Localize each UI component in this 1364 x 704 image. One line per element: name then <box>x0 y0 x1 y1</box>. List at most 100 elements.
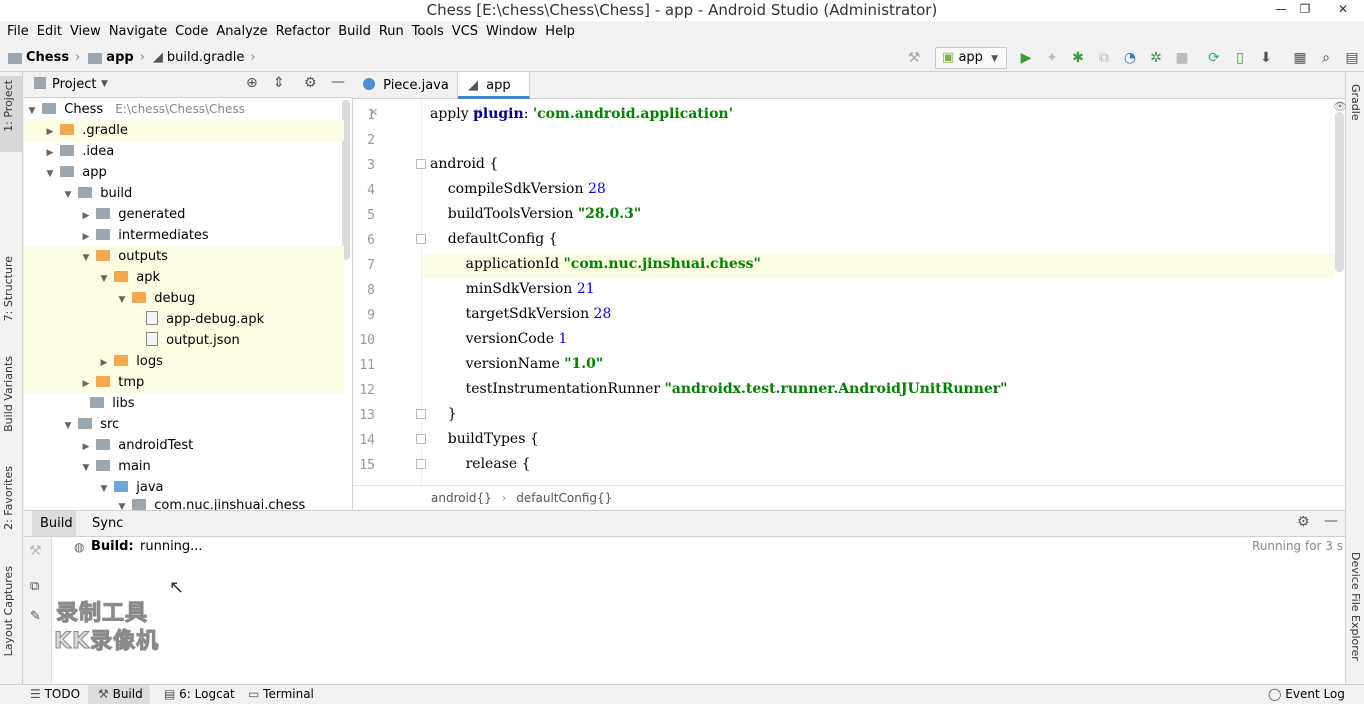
editor-crumb-defaultconfig[interactable]: defaultConfig{} <box>516 491 612 505</box>
tool-tab-gradle[interactable]: Gradle <box>1349 84 1362 121</box>
bottom-tab-build[interactable]: ⚒ Build <box>88 685 150 704</box>
tree-item-app[interactable]: ▼ app <box>24 162 344 183</box>
breadcrumb-module[interactable]: app › <box>88 50 145 65</box>
code-line[interactable]: release { <box>430 456 531 472</box>
code-line[interactable]: minSdkVersion 21 <box>430 281 595 297</box>
tree-item-chess-root[interactable]: ▼ Chess E:\chess\Chess\Chess <box>24 99 344 120</box>
bottom-tab-terminal[interactable]: ▭ Terminal <box>248 685 314 704</box>
menu-navigate[interactable]: Navigate <box>105 22 171 42</box>
eye-icon[interactable]: 👁 <box>1333 100 1347 113</box>
breadcrumb-project[interactable]: Chess › <box>8 50 80 65</box>
menu-tools[interactable]: Tools <box>408 22 448 42</box>
stop-icon[interactable]: ■ <box>1173 49 1191 67</box>
tree-item-src[interactable]: ▼ src <box>24 414 344 435</box>
tool-tab-layout-captures[interactable]: Layout Captures <box>2 566 15 656</box>
hide-panel-icon[interactable]: — <box>1324 513 1338 529</box>
toggle-view-icon[interactable]: ⧉ <box>30 579 39 594</box>
tree-item-apk[interactable]: ▼ apk <box>24 267 344 288</box>
menu-edit[interactable]: Edit <box>33 22 66 42</box>
menu-window[interactable]: Window <box>482 22 541 42</box>
debug-icon[interactable]: ✱ <box>1069 49 1087 67</box>
code-line[interactable]: compileSdkVersion 28 <box>430 181 606 197</box>
tree-item-outputs[interactable]: ▼ outputs <box>24 246 344 267</box>
profile-icon[interactable]: ◔ <box>1121 49 1139 67</box>
expand-arrow-icon[interactable]: ▼ <box>98 269 110 290</box>
build-panel-tab-sync[interactable]: Sync <box>92 516 123 531</box>
tree-item-gradle[interactable]: ▶ .gradle <box>24 120 344 141</box>
pin-icon[interactable]: ✎ <box>30 609 41 624</box>
sdk-manager-icon[interactable]: ⬇ <box>1257 49 1275 67</box>
bottom-tab-event-log[interactable]: ◯ Event Log <box>1268 685 1345 704</box>
menu-run[interactable]: Run <box>375 22 408 42</box>
fold-marker-icon[interactable] <box>416 434 426 444</box>
tree-item-libs[interactable]: libs <box>24 393 344 414</box>
editor-scrollbar[interactable] <box>1335 112 1344 272</box>
attach-debugger-icon[interactable]: ⧉ <box>1095 49 1113 67</box>
hammer-icon[interactable]: ⚒ <box>29 543 42 559</box>
dropdown-arrow-icon[interactable]: ▼ <box>101 79 108 89</box>
code-line[interactable]: buildTypes { <box>430 431 539 447</box>
tree-item-build[interactable]: ▼ build <box>24 183 344 204</box>
bottom-tab-todo[interactable]: ☰ TODO <box>30 685 80 704</box>
expand-arrow-icon[interactable]: ▼ <box>80 458 92 479</box>
code-line[interactable]: apply plugin: 'com.android.application' <box>430 106 733 122</box>
expand-arrow-icon[interactable]: ▼ <box>44 164 56 185</box>
locate-icon[interactable]: ⊕ <box>246 75 258 91</box>
menu-help[interactable]: Help <box>541 22 579 42</box>
editor-tab-app[interactable]: ◢ app ✕ <box>458 72 530 119</box>
close-button[interactable]: ✕ <box>1330 0 1356 21</box>
tree-item-java[interactable]: ▼ java <box>24 477 344 498</box>
expand-arrow-icon[interactable]: ▼ <box>98 479 110 500</box>
code-line[interactable]: android { <box>430 156 498 172</box>
hide-panel-icon[interactable]: — <box>331 74 345 90</box>
tree-item-app-debug-apk[interactable]: app-debug.apk <box>24 309 344 330</box>
tree-item-intermediates[interactable]: ▶ intermediates <box>24 225 344 246</box>
menu-build[interactable]: Build <box>334 22 375 42</box>
sync-gradle-icon[interactable]: ⟳ <box>1205 49 1223 67</box>
breadcrumb-file[interactable]: ◢ build.gradle › <box>153 50 256 65</box>
minimize-button[interactable]: — <box>1268 0 1294 21</box>
menu-refactor[interactable]: Refactor <box>272 22 335 42</box>
code-line[interactable]: versionName "1.0" <box>430 356 604 372</box>
fold-marker-icon[interactable] <box>416 234 426 244</box>
tree-item-idea[interactable]: ▶ .idea <box>24 141 344 162</box>
tree-item-main[interactable]: ▼ main <box>24 456 344 477</box>
collapsed-arrow-icon[interactable]: ▶ <box>80 374 92 395</box>
avd-manager-icon[interactable]: ▯ <box>1231 49 1249 67</box>
collapsed-arrow-icon[interactable]: ▶ <box>98 353 110 374</box>
gear-icon[interactable]: ⚙ <box>304 75 317 91</box>
tool-tab-favorites[interactable]: 2: Favorites <box>2 466 15 530</box>
run-icon[interactable]: ▶ <box>1017 49 1035 67</box>
coverage-icon[interactable]: ✲ <box>1147 49 1165 67</box>
project-view-select[interactable]: Project <box>52 77 96 92</box>
code-line[interactable]: applicationId "com.nuc.jinshuai.chess" <box>430 256 761 272</box>
project-structure-icon[interactable]: ▦ <box>1291 49 1309 67</box>
tool-tab-project[interactable]: 1: Project <box>2 80 15 132</box>
apply-changes-icon[interactable]: ✦ <box>1043 49 1061 67</box>
collapsed-arrow-icon[interactable]: ▶ <box>44 122 56 143</box>
expand-arrow-icon[interactable]: ▼ <box>80 248 92 269</box>
menu-code[interactable]: Code <box>171 22 212 42</box>
fold-marker-icon[interactable] <box>416 409 426 419</box>
tree-item-output-json[interactable]: output.json <box>24 330 344 351</box>
expand-arrow-icon[interactable]: ▼ <box>26 101 38 122</box>
tree-item-androidtest[interactable]: ▶ androidTest <box>24 435 344 456</box>
tree-item-package[interactable]: ▼ com.nuc.jinshuai.chess <box>24 498 344 510</box>
restore-button[interactable]: ❐ <box>1292 0 1318 21</box>
expand-arrow-icon[interactable]: ▼ <box>116 500 128 510</box>
collapsed-arrow-icon[interactable]: ▶ <box>80 206 92 227</box>
expand-arrow-icon[interactable]: ▼ <box>116 290 128 311</box>
tree-item-logs[interactable]: ▶ logs <box>24 351 344 372</box>
code-line[interactable]: defaultConfig { <box>430 231 558 247</box>
more-icon[interactable]: ▤ <box>1343 49 1361 67</box>
gear-icon[interactable]: ⚙ <box>1297 514 1310 530</box>
menu-analyze[interactable]: Analyze <box>212 22 271 42</box>
code-line[interactable]: targetSdkVersion 28 <box>430 306 612 322</box>
hammer-icon[interactable]: ⚒ <box>905 49 923 67</box>
collapse-all-icon[interactable]: ⇕ <box>273 75 285 91</box>
expand-arrow-icon[interactable]: ▼ <box>62 416 74 437</box>
collapsed-arrow-icon[interactable]: ▶ <box>80 437 92 458</box>
tool-tab-build-variants[interactable]: Build Variants <box>2 356 15 432</box>
menu-vcs[interactable]: VCS <box>448 22 482 42</box>
menu-view[interactable]: View <box>66 22 105 42</box>
